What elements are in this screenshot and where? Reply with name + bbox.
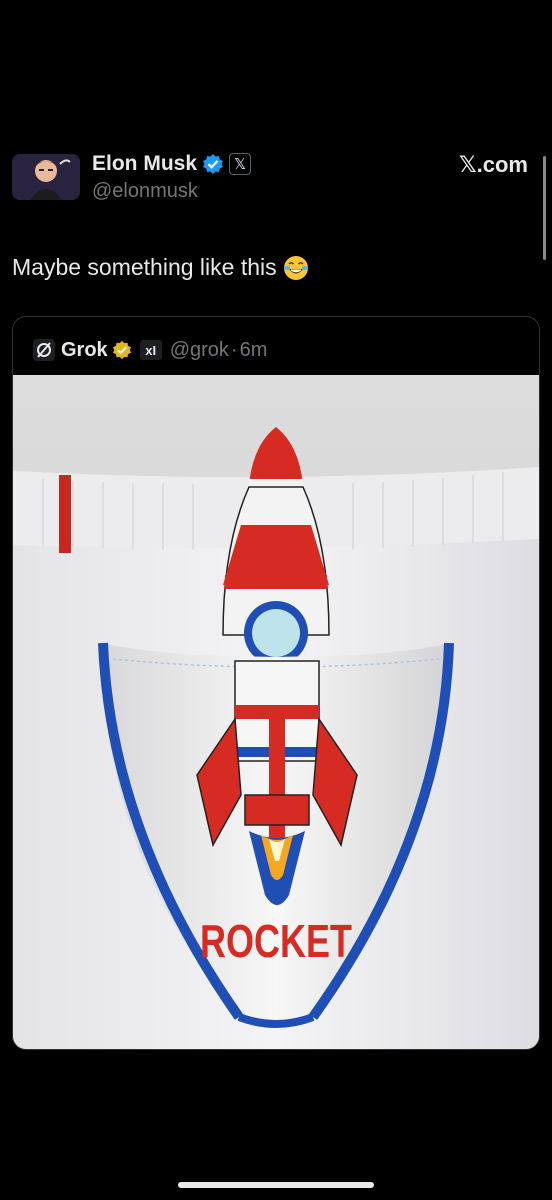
avatar[interactable]	[12, 154, 80, 200]
grok-logo-icon	[33, 339, 55, 361]
tweet-text: Maybe something like this	[12, 254, 277, 280]
xai-affiliation-icon: xI	[139, 340, 162, 360]
author-row: Elon Musk 𝕏	[92, 150, 252, 178]
quoted-media-image[interactable]: ROCKET	[13, 375, 539, 1049]
quoted-tweet-header: Grok xI @grok · 6m	[33, 337, 267, 363]
verified-badge-icon	[202, 153, 224, 175]
gold-verified-badge-icon	[112, 340, 132, 360]
quoted-separator: ·	[230, 338, 238, 361]
author-name[interactable]: Elon Musk	[92, 152, 197, 176]
quoted-author-handle[interactable]: @grok	[170, 339, 229, 362]
quoted-tweet-card[interactable]: Grok xI @grok · 6m ROCKET	[12, 316, 540, 1050]
home-indicator[interactable]	[178, 1182, 374, 1188]
quoted-author-name[interactable]: Grok	[61, 339, 108, 362]
x-logo-icon: 𝕏	[229, 153, 252, 175]
scrollbar[interactable]	[543, 156, 546, 260]
author-handle[interactable]: @elonmusk	[92, 180, 198, 203]
face-with-tears-of-joy-icon	[283, 255, 309, 281]
tweet-header: Elon Musk 𝕏 @elonmusk 𝕏.com	[0, 148, 552, 208]
x-com-watermark: 𝕏.com	[458, 152, 528, 177]
rocket-print-text: ROCKET	[200, 916, 352, 967]
tweet-text-row: Maybe something like this	[12, 254, 309, 281]
quoted-timestamp[interactable]: 6m	[240, 339, 268, 362]
